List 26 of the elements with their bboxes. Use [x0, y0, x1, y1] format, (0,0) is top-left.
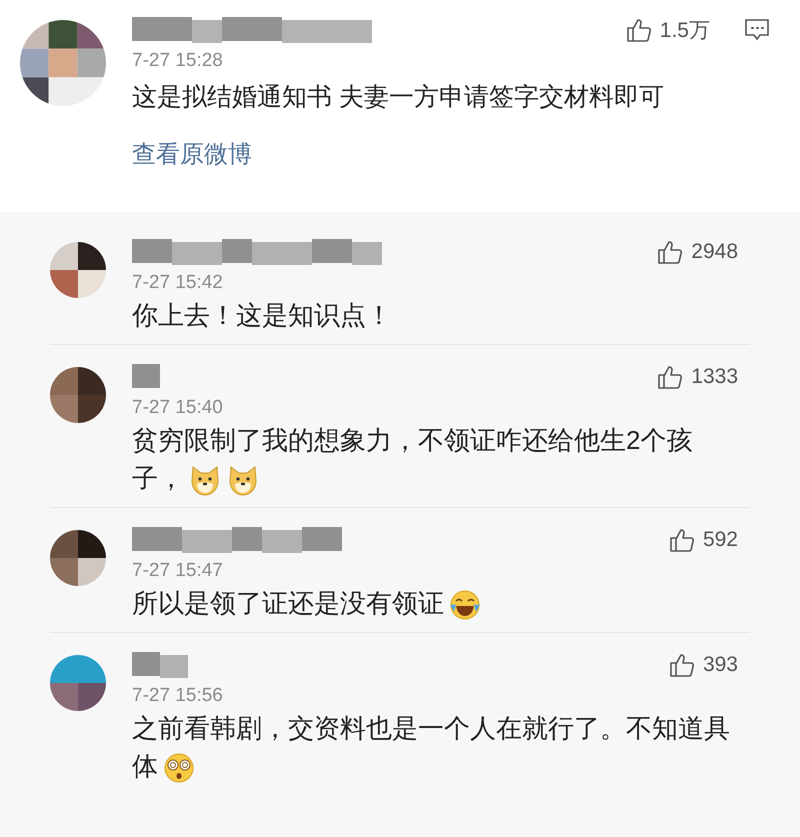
comment-icon[interactable] [744, 18, 770, 42]
thumbs-up-icon[interactable] [626, 17, 652, 43]
reply-text: 所以是领了证还是没有领证 [132, 584, 738, 622]
dizzy-face-icon [162, 751, 196, 786]
view-original-link[interactable]: 查看原微博 [132, 138, 252, 170]
thumbs-up-icon[interactable] [668, 527, 695, 554]
blurred-name-drawing [132, 652, 188, 678]
laughing-crying-icon [448, 588, 482, 622]
like-count: 1333 [691, 365, 738, 389]
timestamp: 7-27 15:28 [132, 50, 223, 72]
blurred-name-drawing [132, 364, 160, 390]
timestamp: 7-27 15:40 [132, 397, 223, 419]
comment-text: 这是拟结婚通知书 夫妻一方申请签字交材料即可 [132, 82, 664, 113]
timestamp: 7-27 15:42 [132, 272, 223, 294]
timestamp: 7-27 15:47 [132, 560, 223, 582]
like-count: 393 [702, 653, 738, 678]
thumbs-up-icon[interactable] [657, 239, 684, 265]
thumbs-up-icon[interactable] [668, 652, 695, 678]
like-count: 1.5万 [660, 18, 710, 44]
thumbs-up-icon[interactable] [657, 364, 684, 390]
like-count: 592 [702, 528, 738, 552]
reply-text: 之前看韩剧，交资料也是一个人在就行了。不知道具体 [132, 709, 738, 786]
reply-text: 你上去！这是知识点！ [132, 299, 393, 332]
like-count: 2948 [691, 240, 738, 264]
timestamp: 7-27 15:56 [132, 685, 223, 708]
reply-text: 贫穷限制了我的想象力，不领证咋还给他生2个孩子， [132, 421, 738, 498]
